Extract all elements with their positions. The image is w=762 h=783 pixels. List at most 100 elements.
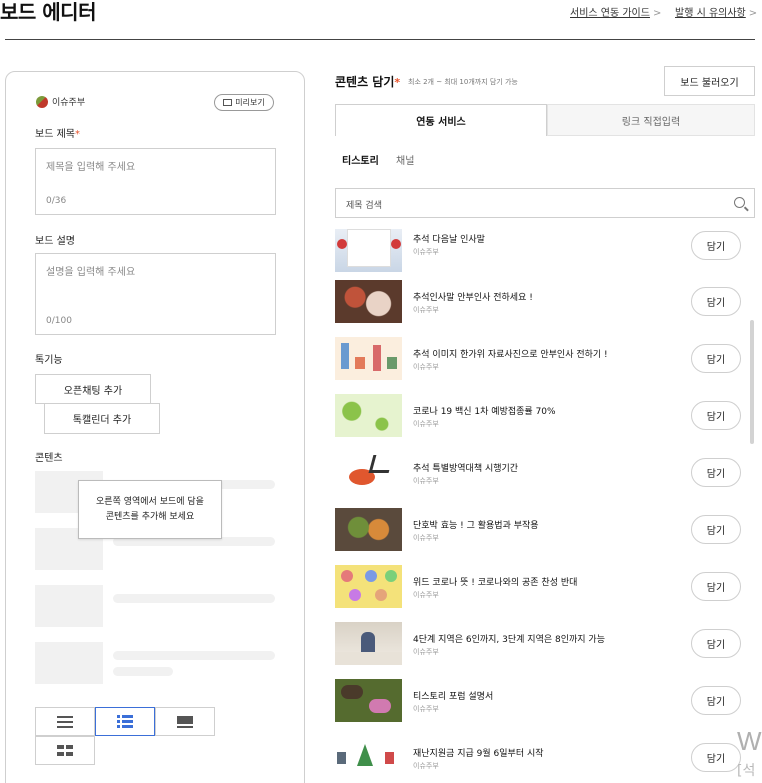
- skeleton-line: [113, 667, 173, 676]
- required-mark: *: [394, 76, 401, 89]
- chevron-right-icon: >: [748, 8, 758, 19]
- scrollbar[interactable]: [750, 320, 754, 444]
- list-item: 추석 이미지 한가위 자료사진으로 안부인사 전하기 ! 이슈주부 담기: [335, 337, 745, 394]
- list-item: 위드 코로나 뜻 ! 코로나와의 공존 찬성 반대 이슈주부 담기: [335, 565, 745, 622]
- publish-notice-link[interactable]: 발행 시 유의사항 >: [675, 4, 757, 19]
- item-title: 단호박 효능 ! 그 활용법과 부작용: [413, 521, 539, 531]
- item-title: 재난지원금 지급 9월 6일부터 시작: [413, 749, 544, 759]
- item-title: 추석 다음날 인사말: [413, 235, 485, 245]
- required-mark: *: [74, 129, 80, 140]
- item-thumbnail: [335, 679, 402, 722]
- item-owner: 이슈주부: [413, 762, 439, 770]
- tooltip-line: 오른쪽 영역에서 보드에 담을: [96, 496, 204, 507]
- board-title-placeholder: 제목을 입력해 주세요: [46, 162, 136, 173]
- list-item: 코로나 19 백신 1차 예방접종률 70% 이슈주부 담기: [335, 394, 745, 451]
- board-preview-panel: 이슈주부 미리보기 보드 제목* 제목을 입력해 주세요 0/36 보드 설명 …: [5, 71, 305, 783]
- card-list-view-button[interactable]: [95, 707, 155, 736]
- item-title: 4단계 지역은 6인까지, 3단계 지역은 8인까지 가능: [413, 635, 605, 645]
- item-title: 추석 특별방역대책 시행기간: [413, 464, 519, 474]
- large-card-view-button[interactable]: [155, 707, 215, 736]
- item-thumbnail: [335, 229, 402, 272]
- search-icon[interactable]: [734, 197, 745, 208]
- add-item-button[interactable]: 담기: [691, 629, 741, 658]
- item-owner: 이슈주부: [413, 420, 439, 428]
- skeleton-line: [113, 651, 275, 660]
- item-owner: 이슈주부: [413, 591, 439, 599]
- list-view-button[interactable]: [35, 707, 95, 736]
- subtab-channel[interactable]: 채널: [396, 152, 414, 167]
- item-thumbnail: [335, 736, 402, 779]
- board-title-field[interactable]: 제목을 입력해 주세요 0/36: [35, 148, 276, 215]
- item-thumbnail: [335, 508, 402, 551]
- service-guide-label: 서비스 연동 가이드: [570, 8, 650, 19]
- contents-add-hint: 최소 2개 ~ 최대 10개까지 담기 가능: [408, 78, 518, 86]
- item-title: 코로나 19 백신 1차 예방접종률 70%: [413, 407, 556, 417]
- add-item-button[interactable]: 담기: [691, 743, 741, 772]
- item-owner: 이슈주부: [413, 248, 439, 256]
- search-input[interactable]: 제목 검색: [335, 188, 755, 218]
- add-item-button[interactable]: 담기: [691, 686, 741, 715]
- add-item-button[interactable]: 담기: [691, 231, 741, 260]
- contents-label: 콘텐츠: [35, 453, 63, 464]
- list-view-icon: [57, 715, 73, 728]
- talk-feature-label: 톡기능: [35, 355, 63, 366]
- list-item: 추석 특별방역대책 시행기간 이슈주부 담기: [335, 451, 745, 508]
- list-item: 티스토리 포럼 설명서 이슈주부 담기: [335, 679, 745, 736]
- watermark-text: W: [737, 726, 762, 756]
- service-guide-link[interactable]: 서비스 연동 가이드 >: [570, 4, 661, 19]
- add-item-button[interactable]: 담기: [691, 515, 741, 544]
- watermark-subtext: [석: [737, 763, 756, 779]
- header-divider: [5, 39, 755, 40]
- item-thumbnail: [335, 565, 402, 608]
- chevron-right-icon: >: [652, 8, 662, 19]
- tab-direct-link[interactable]: 링크 직접입력: [547, 104, 755, 136]
- item-title: 추석인사말 안부인사 전하세요 !: [413, 293, 533, 303]
- board-desc-placeholder: 설명을 입력해 주세요: [46, 267, 136, 278]
- search-placeholder: 제목 검색: [346, 201, 382, 211]
- item-title: 추석 이미지 한가위 자료사진으로 안부인사 전하기 !: [413, 350, 608, 360]
- publish-notice-label: 발행 시 유의사항: [675, 8, 746, 19]
- list-item: 추석인사말 안부인사 전하세요 ! 이슈주부 담기: [335, 280, 745, 337]
- list-item: 4단계 지역은 6인까지, 3단계 지역은 8인까지 가능 이슈주부 담기: [335, 622, 745, 679]
- tooltip-line: 콘텐츠를 추가해 보세요: [105, 511, 195, 522]
- preview-label: 미리보기: [235, 98, 265, 107]
- page-title: 보드 에디터: [0, 0, 96, 24]
- large-card-view-icon: [177, 715, 193, 728]
- add-item-button[interactable]: 담기: [691, 344, 741, 373]
- item-thumbnail: [335, 394, 402, 437]
- subtab-tistory[interactable]: 티스토리: [342, 152, 379, 167]
- empty-contents-tooltip: 오른쪽 영역에서 보드에 담을콘텐츠를 추가해 보세요: [78, 480, 222, 539]
- skeleton-thumb: [35, 642, 103, 684]
- tab-linked-service[interactable]: 연동 서비스: [335, 104, 547, 136]
- board-desc-field[interactable]: 설명을 입력해 주세요 0/100: [35, 253, 276, 335]
- item-owner: 이슈주부: [413, 477, 439, 485]
- talkcalendar-add-button[interactable]: 톡캘린더 추가: [44, 403, 160, 434]
- load-board-button[interactable]: 보드 불러오기: [664, 66, 755, 96]
- board-title-counter: 0/36: [46, 196, 67, 206]
- grid-view-icon: [57, 744, 73, 756]
- item-thumbnail: [335, 280, 402, 323]
- item-title: 티스토리 포럼 설명서: [413, 692, 494, 702]
- add-item-button[interactable]: 담기: [691, 401, 741, 430]
- add-item-button[interactable]: 담기: [691, 287, 741, 316]
- add-item-button[interactable]: 담기: [691, 458, 741, 487]
- item-owner: 이슈주부: [413, 534, 439, 542]
- avatar: [36, 95, 48, 108]
- item-thumbnail: [335, 337, 402, 380]
- grid-view-button[interactable]: [35, 736, 95, 765]
- list-item: 재난지원금 지급 9월 6일부터 시작 이슈주부 담기: [335, 736, 745, 783]
- preview-button[interactable]: 미리보기: [214, 94, 274, 111]
- list-item: 단호박 효능 ! 그 활용법과 부작용 이슈주부 담기: [335, 508, 745, 565]
- add-item-button[interactable]: 담기: [691, 572, 741, 601]
- item-thumbnail: [335, 622, 402, 665]
- item-owner: 이슈주부: [413, 363, 439, 371]
- owner-name: 이슈주부: [52, 98, 86, 108]
- openchat-add-button[interactable]: 오픈채팅 추가: [35, 374, 151, 404]
- owner-info: 이슈주부: [36, 95, 85, 108]
- card-list-view-icon: [117, 715, 133, 728]
- item-owner: 이슈주부: [413, 705, 439, 713]
- board-desc-counter: 0/100: [46, 316, 72, 326]
- skeleton-line: [113, 594, 275, 603]
- skeleton-thumb: [35, 585, 103, 627]
- board-desc-label: 보드 설명: [35, 236, 75, 247]
